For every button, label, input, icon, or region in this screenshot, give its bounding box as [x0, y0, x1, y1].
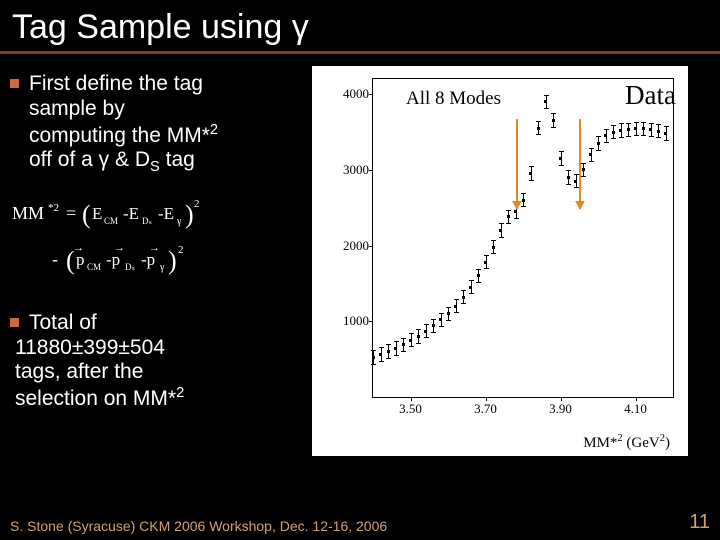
arrow-icon: [516, 119, 518, 209]
ytick-label: 4000: [343, 86, 369, 102]
xlabel-part: (GeV: [623, 435, 660, 451]
page-number: 11: [689, 511, 710, 534]
ytick-label: 3000: [343, 162, 369, 178]
xtick-label: 3.50: [399, 401, 422, 417]
arrow-icon: [579, 119, 581, 209]
bullet-2-line: 11880±399±504: [15, 336, 165, 359]
svg-text:CM: CM: [104, 216, 118, 226]
bullet-2: Total of 11880±399±504 tags, after the s…: [10, 311, 308, 412]
bullet-1-text: First define the tag sample by computing…: [29, 72, 218, 177]
sub: S: [150, 159, 160, 175]
svg-text:=: =: [66, 203, 76, 223]
xtick-label: 4.10: [624, 401, 647, 417]
bullet-1-line: tag: [160, 148, 195, 171]
bullet-1-line: off of a γ & D: [29, 148, 150, 171]
bullet-icon: [10, 79, 19, 88]
svg-text:2: 2: [178, 244, 184, 256]
svg-text:γ: γ: [159, 262, 165, 273]
footer-text: S. Stone (Syracuse) CKM 2006 Workshop, D…: [10, 518, 387, 534]
svg-text:E: E: [92, 204, 102, 223]
bullet-1: First define the tag sample by computing…: [10, 72, 308, 177]
chart: All 8 Modes Data 10002000300040003.503.7…: [312, 66, 688, 456]
svg-text:2: 2: [194, 198, 200, 210]
title-underline: [0, 51, 720, 54]
bullet-2-text: Total of 11880±399±504 tags, after the s…: [29, 311, 184, 412]
svg-text:γ: γ: [176, 216, 182, 227]
svg-text:-E: -E: [158, 204, 174, 223]
bullet-2-line: selection on MM*: [15, 387, 176, 410]
svg-text:): ): [185, 200, 194, 229]
bullet-1-line: computing the MM*: [29, 124, 210, 147]
svg-text:-E: -E: [123, 204, 139, 223]
svg-text:CM: CM: [87, 262, 101, 272]
svg-text:→: →: [114, 242, 125, 254]
left-column: First define the tag sample by computing…: [10, 66, 308, 456]
sup: 2: [210, 122, 218, 138]
xtick-label: 3.90: [549, 401, 572, 417]
svg-text:(: (: [82, 200, 91, 229]
chart-xlabel: MM*2 (GeV2): [583, 433, 670, 452]
bullet-1-line: First define the tag: [29, 72, 203, 95]
xlabel-part: MM*: [583, 435, 617, 451]
svg-text:*2: *2: [48, 202, 59, 214]
slide-title: Tag Sample using γ: [0, 0, 720, 51]
content-row: First define the tag sample by computing…: [0, 62, 720, 456]
bullet-1-line: sample by: [29, 97, 125, 120]
svg-text:→: →: [149, 242, 160, 254]
svg-text:Dₛ: Dₛ: [142, 216, 152, 226]
svg-text:→: →: [73, 242, 84, 254]
xtick-label: 3.70: [474, 401, 497, 417]
ytick-label: 1000: [343, 313, 369, 329]
footer: S. Stone (Syracuse) CKM 2006 Workshop, D…: [10, 511, 710, 534]
svg-text:MM: MM: [12, 203, 44, 223]
svg-text:): ): [168, 246, 177, 275]
bullet-2-line: tags, after the: [15, 360, 143, 383]
svg-text:Dₛ: Dₛ: [125, 262, 135, 272]
ytick-label: 2000: [343, 238, 369, 254]
bullet-icon: [10, 318, 19, 327]
chart-plot-area: 10002000300040003.503.703.904.10: [372, 78, 674, 398]
xlabel-part: ): [665, 435, 670, 451]
svg-text:-: -: [52, 249, 58, 269]
bullet-2-line: Total of: [29, 311, 97, 334]
formula-image: MM *2 = ( E CM -E Dₛ -E γ ) 2 - ( p → CM…: [10, 191, 280, 283]
sup: 2: [176, 385, 184, 401]
